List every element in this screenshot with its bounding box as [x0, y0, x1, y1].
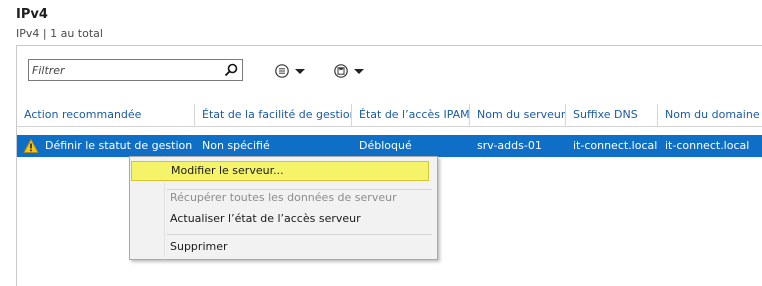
save-query-button[interactable]	[334, 61, 364, 81]
filter-input[interactable]	[32, 62, 217, 78]
page-subtitle: IPv4 | 1 au total	[16, 27, 103, 40]
list-options-icon	[275, 64, 289, 78]
column-header-action[interactable]: Action recommandée	[17, 104, 195, 126]
cell-server-name: srv-adds-01	[477, 139, 542, 152]
cell-dns-suffix: it-connect.local	[573, 139, 658, 152]
search-icon[interactable]	[223, 62, 239, 78]
table-header: Action recommandée État de la facilité d…	[17, 104, 762, 127]
save-icon	[334, 64, 348, 78]
context-menu: Modifier le serveur... Récupérer toutes …	[129, 156, 438, 260]
menu-item-refresh-access-status[interactable]: Actualiser l’état de l’accès serveur	[140, 209, 406, 229]
chevron-down-icon	[295, 68, 305, 74]
column-header-manageability[interactable]: État de la facilité de gestion	[195, 104, 352, 126]
warning-icon	[23, 138, 39, 153]
menu-item-retrieve-server-data[interactable]: Récupérer toutes les données de serveur	[140, 188, 406, 208]
list-options-button[interactable]	[275, 61, 305, 81]
column-header-server-name[interactable]: Nom du serveur	[470, 104, 566, 126]
cell-action: Définir le statut de gestion	[45, 139, 193, 152]
filter-box[interactable]	[28, 59, 243, 81]
column-header-ipam-access[interactable]: État de l’accès IPAM	[352, 104, 470, 126]
column-header-dns-suffix[interactable]: Suffixe DNS	[566, 104, 658, 126]
page-title: IPv4	[16, 7, 48, 22]
menu-item-delete[interactable]: Supprimer	[140, 237, 406, 257]
menu-separator	[167, 234, 432, 235]
menu-item-edit-server[interactable]: Modifier le serveur...	[131, 161, 429, 181]
cell-domain-name: it-connect.local	[665, 139, 750, 152]
cell-manageability: Non spécifié	[202, 139, 270, 152]
column-header-domain-name[interactable]: Nom du domaine	[658, 104, 762, 126]
chevron-down-icon	[354, 68, 364, 74]
cell-ipam-access: Débloqué	[359, 139, 412, 152]
table-row[interactable]: Définir le statut de gestion Non spécifi…	[17, 135, 762, 157]
